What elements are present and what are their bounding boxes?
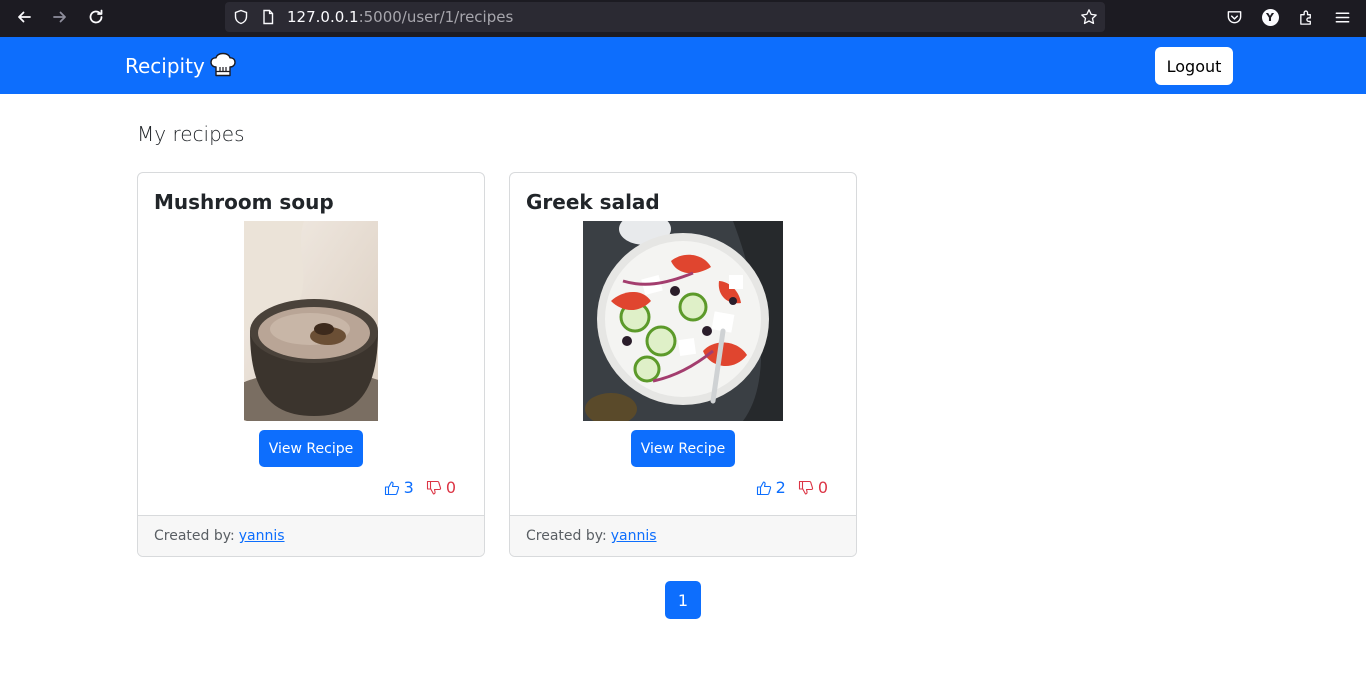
account-letter: Y bbox=[1261, 8, 1279, 26]
app-navbar: Recipity Logout bbox=[0, 37, 1366, 94]
recipe-title: Mushroom soup bbox=[154, 190, 334, 214]
chef-hat-icon bbox=[210, 52, 236, 77]
dislike-button[interactable]: 0 bbox=[798, 478, 828, 497]
recipe-image bbox=[583, 213, 783, 425]
star-icon[interactable] bbox=[1080, 8, 1098, 26]
author-link[interactable]: yannis bbox=[239, 528, 285, 544]
thumbs-up-icon bbox=[384, 480, 399, 495]
dislike-count: 0 bbox=[817, 478, 828, 497]
brand-link[interactable]: Recipity bbox=[125, 52, 237, 79]
account-icon[interactable]: Y bbox=[1260, 7, 1280, 27]
url-path: :5000/user/1/recipes bbox=[358, 8, 514, 26]
thumbs-up-icon bbox=[756, 480, 771, 495]
card-footer: Created by: yannis bbox=[510, 515, 856, 556]
votes: 3 0 bbox=[384, 478, 456, 497]
dislike-button[interactable]: 0 bbox=[426, 478, 456, 497]
like-button[interactable]: 3 bbox=[384, 478, 414, 497]
logout-button[interactable]: Logout bbox=[1155, 47, 1233, 85]
author-link[interactable]: yannis bbox=[611, 528, 657, 544]
url-text: 127.0.0.1:5000/user/1/recipes bbox=[287, 8, 513, 26]
menu-icon[interactable] bbox=[1332, 7, 1352, 27]
back-icon[interactable] bbox=[12, 6, 36, 28]
brand-name: Recipity bbox=[125, 54, 205, 78]
shield-icon[interactable] bbox=[233, 9, 249, 25]
votes: 2 0 bbox=[756, 478, 828, 497]
card-footer: Created by: yannis bbox=[138, 515, 484, 556]
recipe-card: Mushroom soup View Recipe 3 0 Created by… bbox=[137, 172, 485, 557]
pagination-page-1[interactable]: 1 bbox=[665, 581, 701, 619]
forward-icon[interactable] bbox=[48, 6, 72, 28]
url-bar[interactable]: 127.0.0.1:5000/user/1/recipes bbox=[225, 2, 1105, 32]
reload-icon[interactable] bbox=[84, 6, 108, 28]
extensions-icon[interactable] bbox=[1296, 7, 1316, 27]
recipe-title: Greek salad bbox=[526, 190, 660, 214]
recipe-image bbox=[224, 221, 404, 431]
like-count: 2 bbox=[775, 478, 786, 497]
dislike-count: 0 bbox=[445, 478, 456, 497]
browser-toolbar: 127.0.0.1:5000/user/1/recipes Y bbox=[0, 0, 1366, 37]
thumbs-down-icon bbox=[426, 480, 441, 495]
like-count: 3 bbox=[403, 478, 414, 497]
recipe-card: Greek salad View Recipe 2 0 Created by: … bbox=[509, 172, 857, 557]
page-icon[interactable] bbox=[260, 9, 276, 25]
like-button[interactable]: 2 bbox=[756, 478, 786, 497]
page-title: My recipes bbox=[137, 122, 245, 146]
thumbs-down-icon bbox=[798, 480, 813, 495]
view-recipe-button[interactable]: View Recipe bbox=[631, 430, 735, 467]
view-recipe-button[interactable]: View Recipe bbox=[259, 430, 363, 467]
pocket-icon[interactable] bbox=[1224, 7, 1244, 27]
created-by-label: Created by: bbox=[154, 528, 235, 544]
url-host: 127.0.0.1 bbox=[287, 8, 359, 26]
created-by-label: Created by: bbox=[526, 528, 607, 544]
